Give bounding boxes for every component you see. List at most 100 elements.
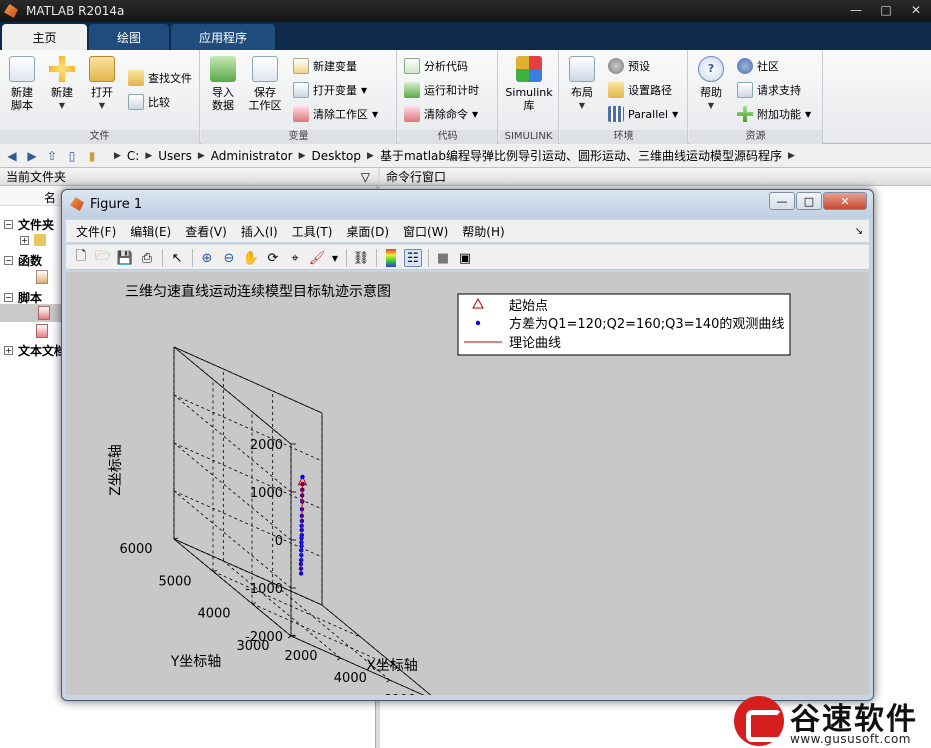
- new-script-button[interactable]: 新建 脚本: [2, 56, 42, 112]
- y-tick: [251, 602, 257, 605]
- request-support-button[interactable]: 请求支持: [737, 80, 801, 100]
- address-bar: ◀ ▶ ⇧ ▯ ▮ ▶ C: ▶ Users ▶ Administrator ▶…: [0, 144, 931, 168]
- breadcrumb-item[interactable]: 基于matlab编程导弹比例导引运动、圆形运动、三维曲线运动模型源码程序: [380, 147, 782, 164]
- clear-workspace-icon: [293, 106, 309, 122]
- open-button[interactable]: 打开 ▼: [82, 56, 122, 112]
- ribbon-group-environment: 布局 ▼ 预设 设置路径 Parallel ▼ 环境: [560, 50, 688, 144]
- dock-arrow-icon[interactable]: ↘: [855, 226, 863, 237]
- section-folders[interactable]: − 文件夹: [4, 216, 54, 233]
- name-column-header[interactable]: 名: [44, 189, 56, 206]
- breadcrumb-item[interactable]: Administrator: [211, 149, 293, 163]
- save-icon[interactable]: 💾: [116, 249, 134, 267]
- menu-desktop[interactable]: 桌面(D): [346, 223, 389, 240]
- chevron-down-icon[interactable]: ▼: [326, 249, 344, 267]
- print-icon[interactable]: ⎙: [138, 249, 156, 267]
- new-variable-button[interactable]: 新建变量: [293, 56, 357, 76]
- minimize-icon[interactable]: —: [769, 192, 795, 210]
- section-text-docs[interactable]: + 文本文档: [4, 342, 66, 359]
- open-variable-button[interactable]: 打开变量 ▼: [293, 80, 367, 100]
- layout-button[interactable]: 布局 ▼: [562, 56, 602, 112]
- layout-icon: [569, 56, 595, 82]
- 3d-scatter-chart[interactable]: 20004000600080003000400050006000-2000-10…: [66, 272, 869, 695]
- menu-edit[interactable]: 编辑(E): [130, 223, 171, 240]
- z-tick-label: -2000: [245, 630, 283, 645]
- save-workspace-button[interactable]: 保存 工作区: [245, 56, 285, 112]
- zoom-out-icon[interactable]: ⊖: [220, 249, 238, 267]
- grid-line: [212, 570, 362, 638]
- breadcrumb-item[interactable]: C:: [127, 149, 139, 163]
- brush-icon[interactable]: 🖌: [308, 249, 326, 267]
- gususoft-logo-icon: [734, 696, 784, 746]
- function-file-icon[interactable]: [36, 270, 48, 284]
- legend-icon[interactable]: ☷: [404, 249, 422, 267]
- breadcrumb-item[interactable]: Desktop: [312, 149, 362, 163]
- menu-tools[interactable]: 工具(T): [292, 223, 333, 240]
- tab-home[interactable]: 主页: [2, 24, 87, 50]
- tab-apps[interactable]: 应用程序: [171, 24, 276, 50]
- maximize-icon[interactable]: □: [871, 0, 901, 20]
- tab-plots[interactable]: 绘图: [89, 24, 170, 50]
- menu-help[interactable]: 帮助(H): [462, 223, 504, 240]
- panel-menu-icon[interactable]: ▽: [361, 168, 370, 186]
- request-support-icon: [737, 82, 753, 98]
- help-button[interactable]: ? 帮助 ▼: [691, 56, 731, 112]
- analyze-code-button[interactable]: 分析代码: [404, 56, 468, 76]
- chart-title: 三维匀速直线运动连续模型目标轨迹示意图: [125, 283, 391, 300]
- close-icon[interactable]: ✕: [901, 0, 931, 20]
- section-functions[interactable]: − 函数: [4, 252, 42, 269]
- ribbon: 新建 脚本 新建 ▼ 打开 ▼ 查找文件 比较 文件 导入 数据 保存 工作区 …: [0, 50, 931, 144]
- import-icon: [210, 56, 236, 82]
- legend-point-marker: [475, 320, 481, 326]
- maximize-icon[interactable]: □: [796, 192, 822, 210]
- zoom-in-icon[interactable]: ⊕: [198, 249, 216, 267]
- box-edge: [173, 346, 323, 414]
- script-file-icon[interactable]: [36, 324, 48, 338]
- clear-workspace-button[interactable]: 清除工作区 ▼: [293, 104, 378, 124]
- clear-commands-button[interactable]: 清除命令 ▼: [404, 104, 478, 124]
- back-arrow-icon[interactable]: ◀: [4, 148, 20, 164]
- menu-insert[interactable]: 插入(I): [241, 223, 278, 240]
- y-axis-label: Y坐标轴: [170, 654, 222, 670]
- find-files-button[interactable]: 查找文件: [128, 68, 192, 88]
- legend-label: 起始点: [509, 299, 548, 314]
- minimize-icon[interactable]: —: [841, 0, 871, 20]
- menu-view[interactable]: 查看(V): [185, 223, 227, 240]
- menu-file[interactable]: 文件(F): [76, 223, 116, 240]
- import-data-button[interactable]: 导入 数据: [203, 56, 243, 112]
- breadcrumb-item[interactable]: Users: [158, 149, 192, 163]
- preferences-button[interactable]: 预设: [608, 56, 650, 76]
- open-file-icon[interactable]: 🗁: [94, 249, 112, 267]
- edit-plot-arrow-icon[interactable]: ↖: [168, 249, 186, 267]
- run-and-time-button[interactable]: 运行和计时: [404, 80, 479, 100]
- menu-window[interactable]: 窗口(W): [403, 223, 448, 240]
- z-tick-label: 0: [275, 534, 283, 549]
- simulink-library-button[interactable]: Simulink 库: [503, 56, 555, 112]
- hide-plot-tools-icon[interactable]: ■: [434, 249, 452, 267]
- community-button[interactable]: 社区: [737, 56, 779, 76]
- folder-item[interactable]: +: [20, 234, 46, 246]
- up-folder-icon[interactable]: ⇧: [44, 148, 60, 164]
- forward-arrow-icon[interactable]: ▶: [24, 148, 40, 164]
- show-plot-tools-icon[interactable]: ▣: [456, 249, 474, 267]
- legend[interactable]: 起始点 方差为Q1=120;Q2=160;Q3=140的观测曲线 理论曲线: [457, 293, 791, 356]
- browse-folder-icon[interactable]: ▯: [64, 148, 80, 164]
- close-icon[interactable]: ✕: [823, 192, 867, 210]
- figure-titlebar[interactable]: Figure 1 — □ ✕: [62, 190, 873, 218]
- new-button[interactable]: 新建 ▼: [42, 56, 82, 112]
- set-path-button[interactable]: 设置路径: [608, 80, 672, 100]
- ribbon-tabs: 主页 绘图 应用程序: [0, 22, 931, 50]
- addons-button[interactable]: 附加功能 ▼: [737, 104, 811, 124]
- rotate-3d-icon[interactable]: ⟳: [264, 249, 282, 267]
- compare-button[interactable]: 比较: [128, 92, 170, 112]
- data-cursor-icon[interactable]: ⌖: [286, 249, 304, 267]
- gear-icon: [608, 58, 624, 74]
- new-figure-icon[interactable]: 🗋: [72, 249, 90, 267]
- pan-hand-icon[interactable]: ✋: [242, 249, 260, 267]
- link-plot-icon[interactable]: ⛓: [352, 249, 370, 267]
- colorbar-icon[interactable]: [386, 249, 396, 267]
- chevron-down-icon: ▼: [98, 101, 106, 110]
- figure-canvas: 20004000600080003000400050006000-2000-10…: [66, 272, 869, 695]
- current-folder-header: 当前文件夹 ▽: [0, 168, 378, 186]
- clear-commands-icon: [404, 106, 420, 122]
- parallel-button[interactable]: Parallel ▼: [608, 104, 678, 124]
